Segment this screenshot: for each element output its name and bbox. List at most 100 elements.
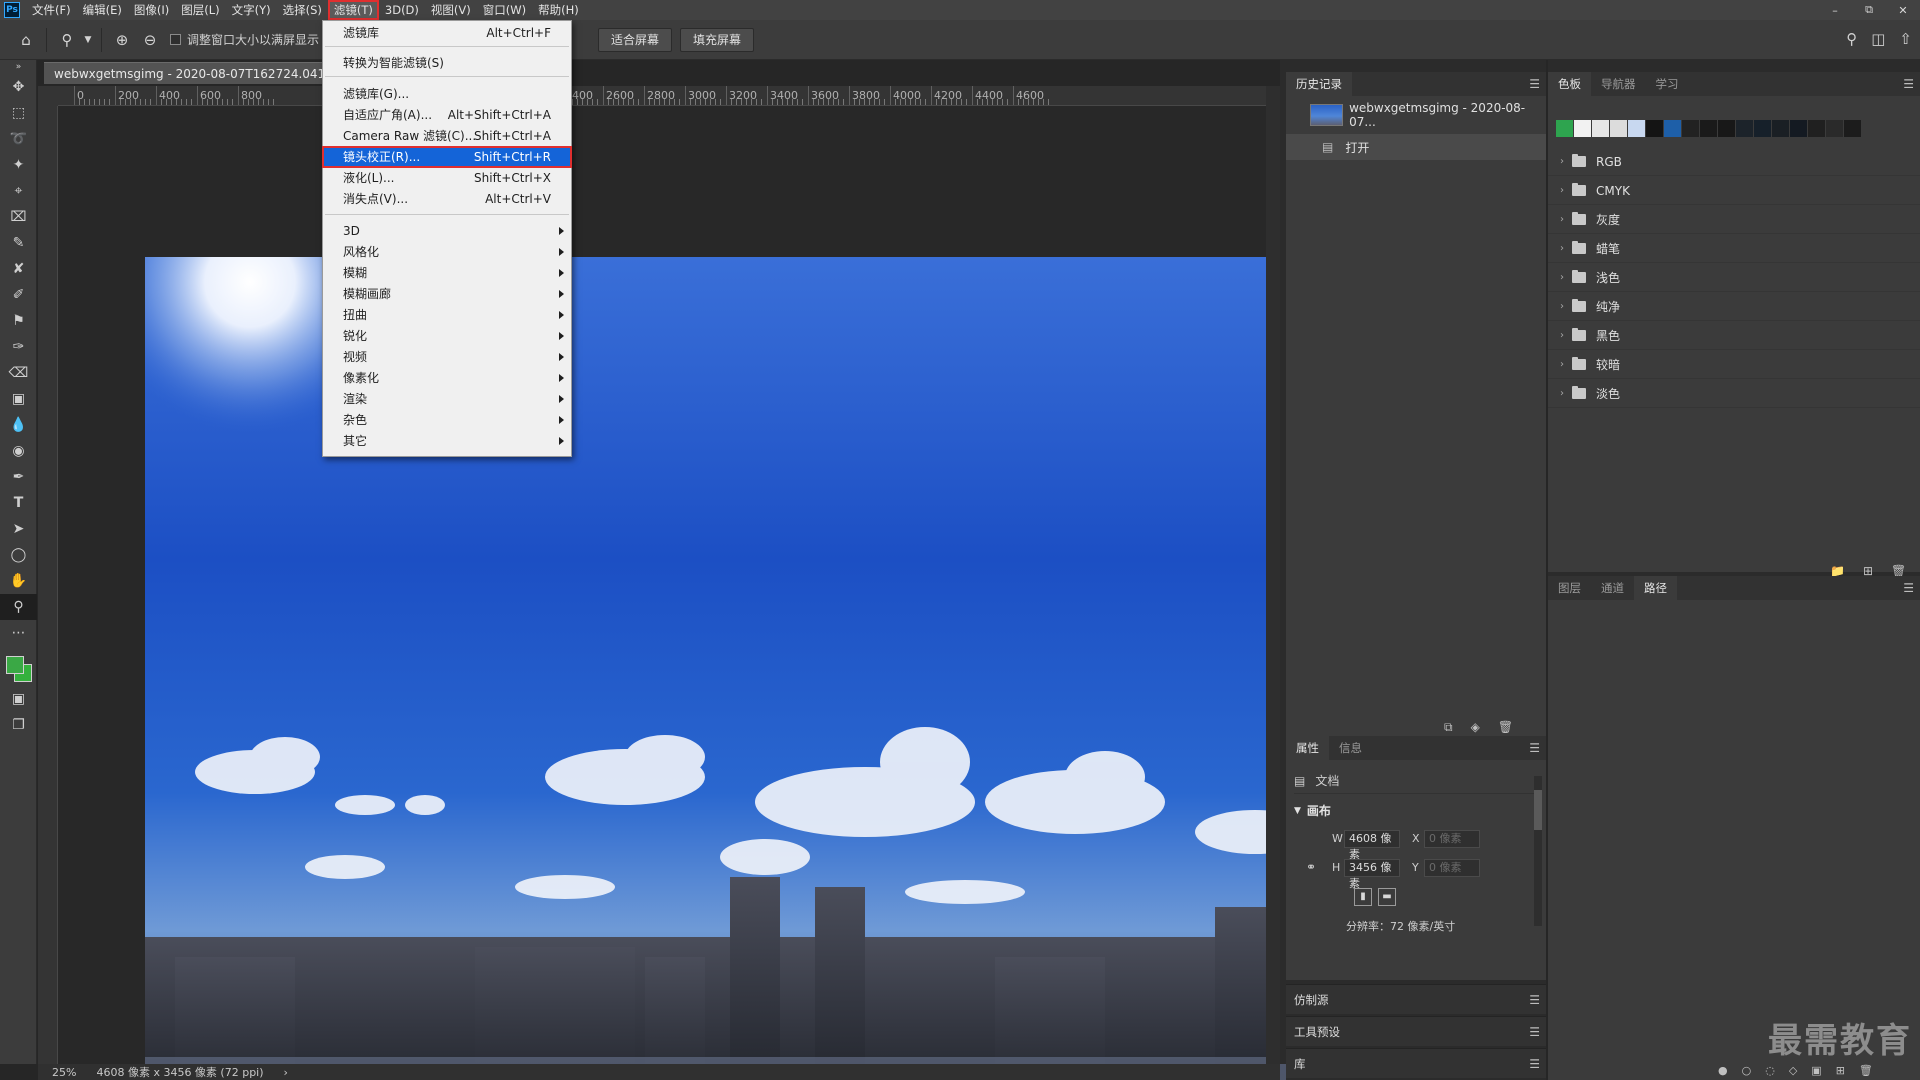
menu-item-3d[interactable]: 3D (323, 221, 571, 241)
menu-type[interactable]: 文字(Y) (226, 0, 277, 20)
canvas-y-input[interactable]: 0 像素 (1424, 859, 1480, 877)
new-document-from-state-icon[interactable]: ⧉ (1444, 720, 1453, 735)
tab-paths[interactable]: 路径 (1634, 576, 1677, 600)
color-swatch[interactable] (1718, 120, 1735, 137)
scrollbar-thumb[interactable] (1534, 790, 1542, 830)
chevron-right-icon[interactable]: › (1552, 243, 1572, 254)
menu-item-blur-gallery[interactable]: 模糊画廊 (323, 284, 571, 304)
color-swatch[interactable] (1790, 120, 1807, 137)
quick-select-tool-icon[interactable]: ✦ (0, 152, 37, 178)
healing-tool-icon[interactable]: ✘ (0, 256, 37, 282)
properties-scrollbar[interactable] (1534, 776, 1542, 926)
chevron-right-icon[interactable]: › (1552, 214, 1572, 225)
camera-icon[interactable]: ◈ (1471, 720, 1480, 735)
menu-edit[interactable]: 编辑(E) (77, 0, 128, 20)
checkbox-box[interactable] (170, 34, 181, 45)
chevron-right-icon[interactable]: › (1552, 272, 1572, 283)
swatch-folder[interactable]: › 黑色 (1548, 322, 1920, 350)
canvas-width-input[interactable]: 4608 像素 (1344, 830, 1400, 861)
menu-view[interactable]: 视图(V) (425, 0, 477, 20)
swatch-folder[interactable]: › 较暗 (1548, 351, 1920, 379)
menu-image[interactable]: 图像(I) (128, 0, 175, 20)
tab-properties[interactable]: 属性 (1286, 736, 1329, 760)
menu-item-pixelate[interactable]: 像素化 (323, 368, 571, 388)
trash-icon[interactable]: 🗑 (1498, 720, 1513, 735)
tab-info[interactable]: 信息 (1329, 736, 1372, 760)
share-icon[interactable]: ⇧ (1899, 30, 1912, 48)
crop-tool-icon[interactable]: ⌖ (0, 178, 37, 204)
new-path-icon[interactable]: ⊞ (1836, 1064, 1845, 1077)
zoom-level[interactable]: 25% (52, 1066, 76, 1079)
resize-window-checkbox[interactable]: 调整窗口大小以满屏显示 (170, 31, 319, 48)
panel-menu-icon[interactable]: ☰ (1903, 77, 1914, 91)
menu-item-filter-gallery[interactable]: 滤镜库(G)... (323, 84, 571, 104)
move-tool-icon[interactable]: ✥ (0, 74, 37, 100)
marquee-tool-icon[interactable]: ⬚ (0, 100, 37, 126)
more-tools-icon[interactable]: ⋯ (0, 620, 37, 646)
menu-item-video[interactable]: 视频 (323, 347, 571, 367)
lasso-tool-icon[interactable]: ➰ (0, 126, 37, 152)
panel-menu-icon[interactable]: ☰ (1529, 1025, 1540, 1039)
menu-item-liquify[interactable]: 液化(L)... Shift+Ctrl+X (323, 168, 571, 188)
photo-canvas[interactable] (145, 257, 1297, 1080)
menu-item-camera-raw[interactable]: Camera Raw 滤镜(C)... Shift+Ctrl+A (323, 126, 571, 146)
canvas-x-input[interactable]: 0 像素 (1424, 830, 1480, 848)
panel-menu-icon[interactable]: ☰ (1529, 741, 1540, 755)
color-swatch[interactable] (1628, 120, 1645, 137)
close-icon[interactable]: ✕ (1886, 0, 1920, 20)
color-swatches[interactable] (0, 646, 36, 686)
menu-item-noise[interactable]: 杂色 (323, 410, 571, 430)
color-swatch[interactable] (1556, 120, 1573, 137)
menu-item-stylize[interactable]: 风格化 (323, 242, 571, 262)
menu-item-distort[interactable]: 扭曲 (323, 305, 571, 325)
chevron-right-icon[interactable]: › (1552, 388, 1572, 399)
canvas-height-input[interactable]: 3456 像素 (1344, 859, 1400, 890)
gradient-tool-icon[interactable]: ▣ (0, 386, 37, 412)
tab-history[interactable]: 历史记录 (1286, 72, 1352, 96)
landscape-orientation-icon[interactable]: ▬ (1378, 888, 1396, 906)
document-scrollbar[interactable] (1266, 86, 1280, 1064)
swatch-folder[interactable]: › 纯净 (1548, 293, 1920, 321)
color-swatch[interactable] (1754, 120, 1771, 137)
libraries-panel[interactable]: 库 ☰ (1286, 1048, 1546, 1078)
swatch-folder[interactable]: › CMYK (1548, 177, 1920, 205)
eraser-tool-icon[interactable]: ⌫ (0, 360, 37, 386)
menu-item-adaptive-wide-angle[interactable]: 自适应广角(A)... Alt+Shift+Ctrl+A (323, 105, 571, 125)
tab-channels[interactable]: 通道 (1591, 576, 1634, 600)
panel-collapse-icon[interactable]: » (0, 60, 37, 74)
color-swatch[interactable] (1592, 120, 1609, 137)
menu-file[interactable]: 文件(F) (26, 0, 77, 20)
menu-layer[interactable]: 图层(L) (175, 0, 225, 20)
menu-item-vanishing-point[interactable]: 消失点(V)... Alt+Ctrl+V (323, 189, 571, 209)
menu-item-lens-correction[interactable]: 镜头校正(R)... Shift+Ctrl+R (322, 146, 572, 168)
tab-learn[interactable]: 学习 (1646, 72, 1689, 96)
color-swatch[interactable] (1736, 120, 1753, 137)
workspace-icon[interactable]: ◫ (1871, 30, 1885, 48)
tab-navigator[interactable]: 导航器 (1591, 72, 1646, 96)
screen-mode-icon[interactable]: ❐ (0, 712, 37, 738)
quick-mask-icon[interactable]: ▣ (0, 686, 37, 712)
path-select-tool-icon[interactable]: ➤ (0, 516, 37, 542)
type-tool-icon[interactable]: T (0, 490, 37, 516)
color-swatch[interactable] (1700, 120, 1717, 137)
ellipse-tool-icon[interactable]: ◯ (0, 542, 37, 568)
canvas-area[interactable] (58, 106, 1297, 1080)
panel-menu-icon[interactable]: ☰ (1529, 1057, 1540, 1071)
zoom-tool-icon[interactable]: ⚲ (0, 594, 37, 620)
panel-menu-icon[interactable]: ☰ (1903, 581, 1914, 595)
brush-tool-icon[interactable]: ✐ (0, 282, 37, 308)
home-icon[interactable]: ⌂ (12, 26, 40, 54)
history-snapshot[interactable]: webwxgetmsgimg - 2020-08-07... (1286, 101, 1546, 129)
selection-from-path-icon[interactable]: ◌ (1765, 1064, 1775, 1077)
hand-tool-icon[interactable]: ✋ (0, 568, 37, 594)
color-swatch[interactable] (1682, 120, 1699, 137)
tab-layers[interactable]: 图层 (1548, 576, 1591, 600)
color-swatch[interactable] (1808, 120, 1825, 137)
tab-swatches[interactable]: 色板 (1548, 72, 1591, 96)
color-swatch[interactable] (1826, 120, 1843, 137)
path-from-selection-icon[interactable]: ◇ (1789, 1064, 1797, 1077)
chevron-down-icon[interactable]: ▼ (81, 26, 95, 54)
menu-3d[interactable]: 3D(D) (379, 0, 425, 20)
clone-source-panel[interactable]: 仿制源 ☰ (1286, 984, 1546, 1014)
zoom-icon[interactable]: ⚲ (53, 26, 81, 54)
